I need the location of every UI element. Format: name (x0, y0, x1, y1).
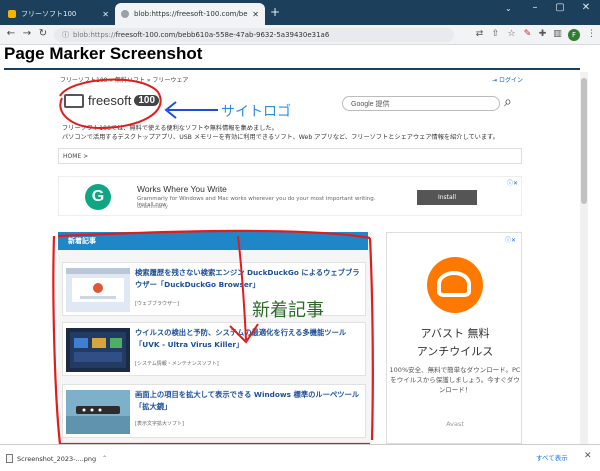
ad-description: Grammarly for Windows and Mac works wher… (137, 196, 376, 208)
adchoices-icon: ⓘ✕ (505, 237, 517, 244)
download-bar: Screenshot_2023-....png ⌃ すべて表示 ✕ (0, 444, 600, 471)
article-thumbnail (66, 328, 130, 372)
logo-number: 100 (134, 95, 160, 106)
minimize-button[interactable]: – (525, 2, 545, 13)
address-bar[interactable]: ⓘ blob:https://freesoft-100.com/bebb610a… (54, 28, 454, 42)
article-item: ウイルスの検出と予防、システムの最適化を行える多機能ツール「UVK - Ultr… (62, 322, 366, 376)
reload-button[interactable]: ↻ (36, 28, 50, 39)
article-category: [表示文字拡大ソフト] (135, 421, 184, 427)
close-window-button[interactable]: ✕ (576, 2, 596, 13)
news-annotation-label: 新着記事 (252, 300, 324, 321)
tab-strip: フリーソフト100 ✕ blob:https://freesoft-100.co… (0, 0, 600, 25)
new-tab-button[interactable]: + (270, 5, 280, 19)
article-thumbnail (66, 268, 130, 312)
favicon-icon (8, 10, 16, 18)
profile-avatar[interactable]: F (568, 29, 580, 41)
monitor-icon (64, 93, 84, 108)
article-thumbnail (66, 390, 130, 434)
search-icon: ⌕ (504, 94, 512, 110)
article-title: ウイルスの検出と予防、システムの最適化を行える多機能ツール「UVK - Ultr… (135, 328, 347, 349)
tab-search-icon[interactable]: ⌄ (505, 4, 512, 13)
close-tab-icon[interactable]: ✕ (252, 10, 259, 19)
search-placeholder: Google 提供 (351, 100, 390, 108)
article-title: 画面上の項目を拡大して表示できる Windows 標準のルーペツール「拡大鏡」 (135, 390, 360, 411)
avast-mark (437, 271, 471, 297)
article-category: [ウェブブラウザー] (135, 301, 179, 307)
url-text: freesoft-100.com/bebb610a-558e-47ab-9632… (115, 31, 330, 39)
tagline-line: パソコンで活用するデスクトップアプリ、USB メモリーを有効に利用できるソフト、… (62, 134, 499, 141)
divider (4, 68, 580, 70)
download-filename: Screenshot_2023-....png (17, 454, 97, 463)
globe-icon (121, 10, 129, 18)
url-scheme: blob:https:// (73, 31, 116, 39)
tagline-line: フリーソフト100では、無料で使える便利なソフトや無料情報を集めました。 (62, 125, 278, 132)
tab-title: フリーソフト100 (21, 10, 77, 18)
translate-icon[interactable]: ⇄ (474, 29, 485, 40)
extensions-icon[interactable]: ✚ (537, 29, 548, 40)
ad-body: 100%安全、無料で簡単なダウンロード。PCをウイルスから保護しましょう。今すぐ… (389, 366, 521, 394)
menu-icon[interactable]: ⋮ (586, 29, 597, 40)
grammarly-logo-icon: G (85, 184, 111, 210)
forward-button[interactable]: → (20, 28, 34, 39)
sidepanel-icon[interactable]: ▥ (552, 29, 563, 40)
breadcrumb: HOME > (58, 148, 522, 164)
site-breadcrumb-top: フリーソフト100 » 無料ソフト » フリーウェア (60, 77, 189, 84)
logo-text: freesoft (88, 93, 132, 108)
screenshot-image: フリーソフト100 » 無料ソフト » フリーウェア ⇥ ログイン freeso… (52, 72, 532, 444)
avast-ad: ⓘ✕ アバスト 無料 アンチウイルス 100%安全、無料で簡単なダウンロード。P… (386, 232, 522, 444)
download-item[interactable]: Screenshot_2023-....png ⌃ (6, 450, 121, 467)
info-icon[interactable]: ⓘ (62, 30, 69, 40)
site-search-input: Google 提供 (342, 96, 500, 111)
close-icon[interactable]: ✕ (584, 451, 592, 461)
page-title: Page Marker Screenshot (4, 44, 203, 63)
ad-headline: アバスト 無料 アンチウイルス (387, 325, 523, 361)
avast-logo-icon (427, 257, 483, 313)
close-tab-icon[interactable]: ✕ (102, 10, 109, 19)
show-all-button[interactable]: すべて表示 (536, 452, 568, 462)
marker-extension-icon[interactable]: ✎ (522, 29, 533, 40)
article-item: 画面上の項目を拡大して表示できる Windows 標準のルーペツール「拡大鏡」 … (62, 384, 366, 438)
back-button[interactable]: ← (4, 28, 18, 39)
ad-headline-line: アバスト 無料 (420, 327, 490, 340)
page-scrollbar[interactable] (580, 72, 588, 444)
site-tagline: フリーソフト100では、無料で使える便利なソフトや無料情報を集めました。 パソコ… (62, 124, 502, 142)
chevron-up-icon[interactable]: ⌃ (102, 455, 107, 462)
ad-title: Works Where You Write (137, 184, 227, 194)
tab-blob[interactable]: blob:https://freesoft-100.com/be ✕ (115, 3, 265, 25)
logo-annotation-label: サイトロゴ (221, 104, 291, 120)
file-icon (6, 454, 13, 463)
ad-brand: Grammarly (137, 204, 169, 210)
article-title: 検索履歴を残さない検索エンジン DuckDuckGo によるウェブブラウザー「D… (135, 268, 360, 289)
share-icon[interactable]: ⇧ (490, 29, 501, 40)
bookmark-icon[interactable]: ☆ (506, 29, 517, 40)
news-heading: 新着記事 (58, 232, 368, 250)
adchoices-icon: ⓘ✕ (507, 180, 519, 187)
login-label: ログイン (498, 77, 523, 84)
tab-freesoft[interactable]: フリーソフト100 ✕ (2, 3, 115, 25)
tab-title: blob:https://freesoft-100.com/be (134, 10, 248, 18)
site-logo: freesoft 100 (64, 93, 160, 108)
browser-toolbar: ← → ↻ ⓘ blob:https://freesoft-100.com/be… (0, 25, 600, 45)
maximize-button[interactable]: ▢ (550, 2, 570, 13)
ad-headline-line: アンチウイルス (416, 345, 494, 358)
news-section: 新着記事 検索履歴を残さない検索エンジン DuckDuckGo によるウェブブラ… (58, 232, 372, 444)
ad-brand: Avast (446, 420, 464, 428)
scrollbar-thumb[interactable] (581, 78, 587, 204)
login-link: ⇥ ログイン (492, 77, 523, 84)
grammarly-ad: G Works Where You Write Grammarly for Wi… (58, 176, 522, 216)
ad-install-button: Install (417, 190, 477, 205)
article-category: [システム情報・メンテナンスソフト] (135, 361, 219, 367)
